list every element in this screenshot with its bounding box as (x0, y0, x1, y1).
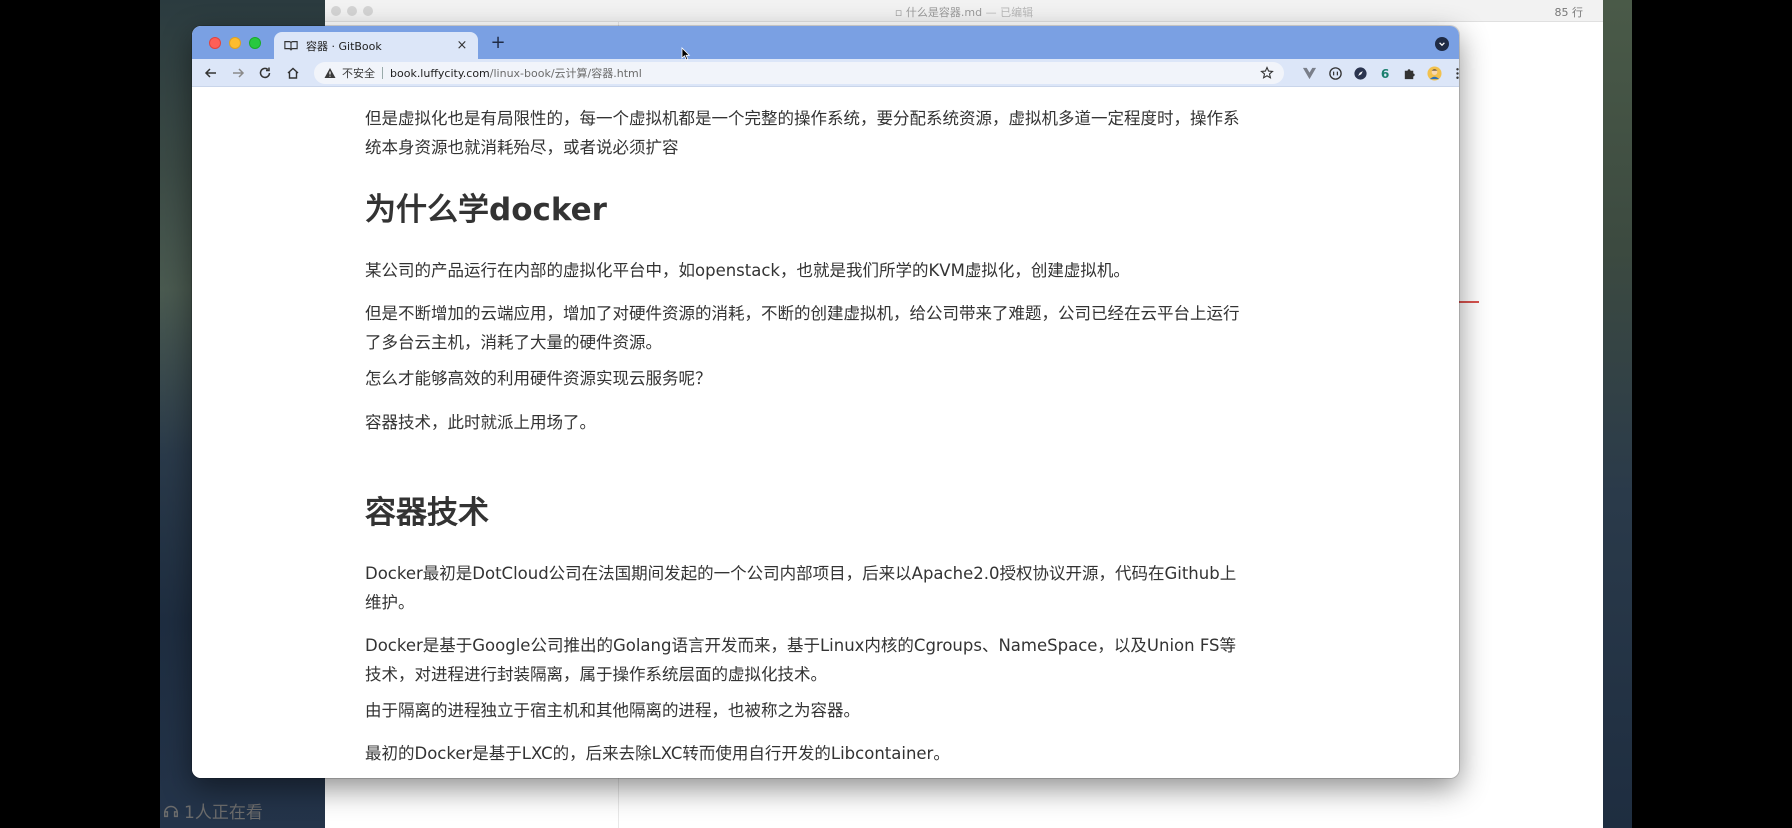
puzzle-icon (1404, 68, 1415, 79)
tab-close-button[interactable]: × (454, 38, 470, 53)
paragraph: 但是不断增加的云端应用，增加了对硬件资源的消耗，不断的创建虚拟机，给公司带来了难… (365, 304, 1240, 352)
chevron-down-icon (1439, 42, 1445, 47)
headphones-icon (163, 805, 179, 817)
editor-red-mark (1457, 301, 1479, 303)
desktop: ▫ 什么是容器.md — 已编辑 85 行 1人正在看 容器 · GitBook (0, 0, 1792, 828)
paragraph: 某公司的产品运行在内部的虚拟化平台中，如openstack，也就是我们所学的KV… (365, 261, 1130, 280)
paragraph: 由于隔离的进程独立于宿主机和其他隔离的进程，也被称之为容器。 (365, 701, 860, 720)
circle-dots-icon (1328, 66, 1342, 80)
profile-avatar[interactable] (1425, 64, 1443, 82)
zoom-window-button[interactable] (249, 37, 261, 49)
extension-compass-icon[interactable] (1351, 64, 1369, 82)
vue-icon (1302, 67, 1316, 79)
forward-button[interactable] (229, 64, 247, 82)
not-secure-label[interactable]: 不安全 (342, 65, 375, 81)
extensions-button[interactable] (1400, 64, 1418, 82)
book-icon (284, 40, 298, 50)
home-button[interactable] (284, 64, 302, 82)
new-tab-button[interactable]: + (488, 34, 508, 54)
paragraph: 容器技术，此时就派上用场了。 (365, 413, 596, 432)
viewer-count-label: 1人正在看 (184, 803, 263, 823)
omnibox-separator (382, 67, 383, 79)
home-icon (287, 67, 299, 79)
editor-line-count: 85 行 (1554, 6, 1584, 19)
tab-strip[interactable]: 容器 · GitBook × + (192, 26, 1459, 59)
url-host[interactable]: book.luffycity.com (390, 67, 490, 80)
minimize-window-button[interactable] (229, 37, 241, 49)
svg-text:6: 6 (1380, 67, 1388, 81)
tab-gitbook[interactable]: 容器 · GitBook × (274, 32, 478, 59)
extension-circle-icon[interactable] (1326, 64, 1344, 82)
tab-search-button[interactable] (1435, 37, 1449, 51)
editor-edited-status: — 已编辑 (985, 6, 1034, 19)
bookmark-star-icon[interactable] (1260, 66, 1274, 80)
reload-icon (259, 67, 271, 79)
compass-icon (1353, 66, 1367, 80)
six-icon: 6 (1380, 67, 1388, 81)
heading-why-docker: 为什么学docker (365, 192, 607, 228)
paragraph: Docker最初是DotCloud公司在法国期间发起的一个公司内部项目，后来以A… (365, 564, 1237, 612)
mouse-cursor-icon (681, 47, 691, 61)
editor-title: ▫ 什么是容器.md — 已编辑 (325, 4, 1603, 20)
avatar-icon (1426, 65, 1442, 81)
arrow-left-icon (204, 68, 216, 78)
reload-button[interactable] (256, 64, 274, 82)
window-controls (209, 37, 261, 49)
editor-titlebar[interactable]: ▫ 什么是容器.md — 已编辑 85 行 (325, 0, 1603, 22)
extension-six-icon[interactable]: 6 (1376, 64, 1394, 82)
paragraph: Docker是基于Google公司推出的Golang语言开发而来，基于Linux… (365, 636, 1237, 684)
warning-icon (324, 68, 336, 78)
heading-container-tech: 容器技术 (365, 495, 489, 531)
wallpaper-right (1603, 0, 1632, 828)
more-vertical-icon (1455, 67, 1459, 79)
paragraph: 但是虚拟化也是有局限性的，每一个虚拟机都是一个完整的操作系统，要分配系统资源，虚… (365, 109, 1240, 157)
arrow-right-icon (233, 68, 245, 78)
page-viewport[interactable]: 但是虚拟化也是有局限性的，每一个虚拟机都是一个完整的操作系统，要分配系统资源，虚… (192, 88, 1459, 778)
tab-title: 容器 · GitBook (306, 39, 382, 53)
extension-vue-icon[interactable] (1300, 64, 1318, 82)
address-bar[interactable]: 不安全 book.luffycity.com/linux-book/云计算/容器… (314, 62, 1284, 84)
close-window-button[interactable] (209, 37, 221, 49)
back-button[interactable] (202, 64, 220, 82)
url-path[interactable]: /linux-book/云计算/容器.html (490, 65, 642, 81)
paragraph: 怎么才能够高效的利用硬件资源实现云服务呢？ (365, 369, 712, 388)
browser-window[interactable]: 容器 · GitBook × + 不安全 book.luffycity.com … (192, 26, 1459, 778)
browser-toolbar: 不安全 book.luffycity.com/linux-book/云计算/容器… (192, 59, 1459, 87)
editor-filename: 什么是容器.md (905, 6, 983, 19)
viewer-count: 1人正在看 (162, 798, 263, 823)
document-icon: ▫ (894, 6, 903, 19)
paragraph: 最初的Docker是基于LXC的，后来去除LXC转而使用自行开发的Libcont… (365, 744, 950, 763)
browser-menu-button[interactable] (1448, 64, 1459, 82)
